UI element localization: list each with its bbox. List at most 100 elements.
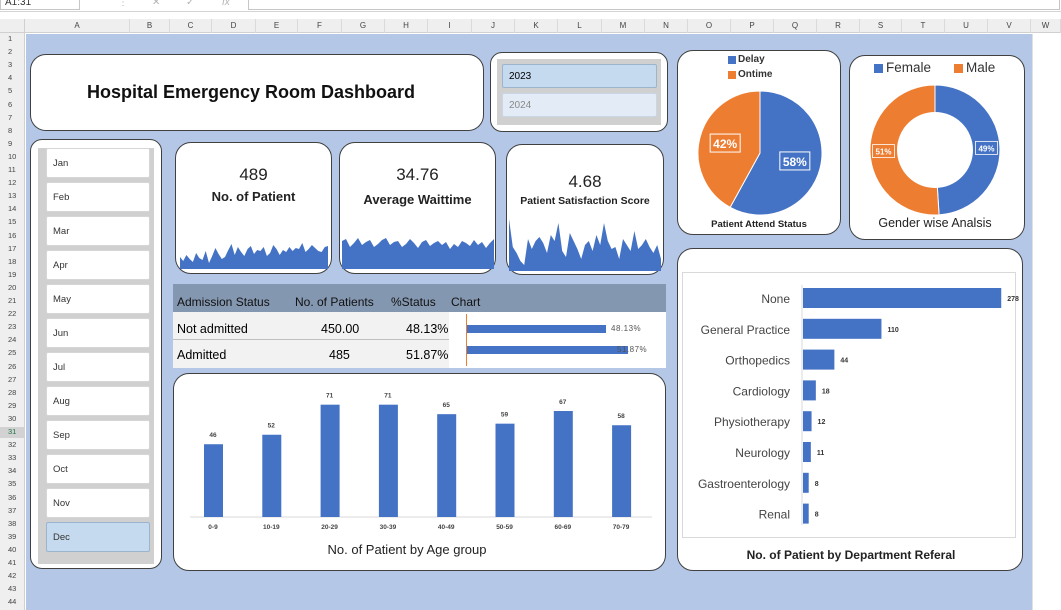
row-header-29[interactable]: 29	[0, 401, 25, 412]
databar-not-admitted	[467, 325, 606, 333]
dept-label-physiotherapy: Physiotherapy	[714, 415, 790, 429]
row-header-27[interactable]: 27	[0, 375, 25, 386]
confirm-icon[interactable]: ✓	[186, 0, 194, 8]
row-header-42[interactable]: 42	[0, 571, 25, 582]
row-header-43[interactable]: 43	[0, 584, 25, 595]
row-divider	[173, 339, 449, 340]
pie-label-delay: 58%	[783, 155, 807, 169]
month-nov-button[interactable]: Nov	[46, 488, 150, 518]
row-header-24[interactable]: 24	[0, 335, 25, 346]
column-header-L[interactable]: L	[558, 19, 602, 33]
row-header-18[interactable]: 18	[0, 257, 25, 268]
column-header-P[interactable]: P	[731, 19, 774, 33]
column-header-D[interactable]: D	[212, 19, 256, 33]
row-header-32[interactable]: 32	[0, 440, 25, 451]
column-header-G[interactable]: G	[342, 19, 385, 33]
column-header-C[interactable]: C	[170, 19, 212, 33]
row-header-11[interactable]: 11	[0, 165, 25, 176]
row-header-14[interactable]: 14	[0, 204, 25, 215]
row-header-36[interactable]: 36	[0, 493, 25, 504]
row-header-33[interactable]: 33	[0, 453, 25, 464]
column-header-I[interactable]: I	[428, 19, 472, 33]
row-header-38[interactable]: 38	[0, 519, 25, 530]
row-header-15[interactable]: 15	[0, 217, 25, 228]
column-header-K[interactable]: K	[515, 19, 558, 33]
select-all-button[interactable]	[0, 19, 25, 33]
row-header-12[interactable]: 12	[0, 178, 25, 189]
month-jun-button[interactable]: Jun	[46, 318, 150, 348]
row-header-22[interactable]: 22	[0, 309, 25, 320]
dropdown-icon[interactable]: ⋮	[118, 0, 128, 8]
row-header-30[interactable]: 30	[0, 414, 25, 425]
formula-input[interactable]	[248, 0, 1060, 10]
row-header-39[interactable]: 39	[0, 532, 25, 543]
column-header-E[interactable]: E	[256, 19, 298, 33]
row-header-41[interactable]: 41	[0, 558, 25, 569]
row-header-23[interactable]: 23	[0, 322, 25, 333]
column-header-F[interactable]: F	[298, 19, 342, 33]
row-header-28[interactable]: 28	[0, 388, 25, 399]
row-header-35[interactable]: 35	[0, 479, 25, 490]
month-jul-button[interactable]: Jul	[46, 352, 150, 382]
year-2023-button[interactable]: 2023	[502, 64, 657, 88]
name-box[interactable]: A1:31	[0, 0, 80, 10]
column-header-Q[interactable]: Q	[774, 19, 817, 33]
dept-label-neurology: Neurology	[735, 446, 790, 460]
row-header-26[interactable]: 26	[0, 362, 25, 373]
year-2024-button[interactable]: 2024	[502, 93, 657, 117]
month-dec-button[interactable]: Dec	[46, 522, 150, 552]
column-header-S[interactable]: S	[860, 19, 902, 33]
row-header-34[interactable]: 34	[0, 466, 25, 477]
month-sep-button[interactable]: Sep	[46, 420, 150, 450]
column-header-B[interactable]: B	[130, 19, 170, 33]
row-header-19[interactable]: 19	[0, 270, 25, 281]
column-header-U[interactable]: U	[945, 19, 988, 33]
row-header-7[interactable]: 7	[0, 113, 25, 124]
column-header-T[interactable]: T	[902, 19, 945, 33]
row-header-6[interactable]: 6	[0, 100, 25, 111]
databar-admitted	[467, 346, 628, 354]
month-oct-button[interactable]: Oct	[46, 454, 150, 484]
row-header-2[interactable]: 2	[0, 47, 25, 58]
month-jan-button[interactable]: Jan	[46, 148, 150, 178]
column-header-N[interactable]: N	[645, 19, 688, 33]
row-header-44[interactable]: 44	[0, 597, 25, 608]
row-header-3[interactable]: 3	[0, 60, 25, 71]
row-header-16[interactable]: 16	[0, 231, 25, 242]
column-header-J[interactable]: J	[472, 19, 515, 33]
row-header-25[interactable]: 25	[0, 348, 25, 359]
row-header-5[interactable]: 5	[0, 86, 25, 97]
row-header-31[interactable]: 31	[0, 427, 25, 438]
column-header-R[interactable]: R	[817, 19, 860, 33]
dept-bar-physiotherapy	[803, 411, 812, 432]
month-feb-button[interactable]: Feb	[46, 182, 150, 212]
column-header-O[interactable]: O	[688, 19, 731, 33]
row-header-17[interactable]: 17	[0, 244, 25, 255]
month-apr-button[interactable]: Apr	[46, 250, 150, 280]
fx-icon[interactable]: fx	[222, 0, 230, 8]
column-header-V[interactable]: V	[988, 19, 1031, 33]
age-bar-value-20-29: 71	[326, 393, 334, 400]
row-header-4[interactable]: 4	[0, 73, 25, 84]
month-aug-button[interactable]: Aug	[46, 386, 150, 416]
row-header-20[interactable]: 20	[0, 283, 25, 294]
row-header-1[interactable]: 1	[0, 34, 25, 45]
legend-male-swatch	[954, 64, 963, 73]
column-header-W[interactable]: W	[1031, 19, 1061, 33]
column-header-H[interactable]: H	[385, 19, 428, 33]
department-chart-card: None 278 General Practice 110 Orthopedics 44 C…	[677, 248, 1023, 571]
month-mar-button[interactable]: Mar	[46, 216, 150, 246]
month-may-button[interactable]: May	[46, 284, 150, 314]
empty-grid-area[interactable]	[1032, 34, 1061, 610]
row-header-40[interactable]: 40	[0, 545, 25, 556]
row-header-21[interactable]: 21	[0, 296, 25, 307]
row-header-9[interactable]: 9	[0, 139, 25, 150]
column-header-M[interactable]: M	[602, 19, 645, 33]
row-header-13[interactable]: 13	[0, 191, 25, 202]
row-header-37[interactable]: 37	[0, 506, 25, 517]
column-header-A[interactable]: A	[25, 19, 130, 33]
cancel-icon[interactable]: ✕	[152, 0, 160, 8]
row-header-8[interactable]: 8	[0, 126, 25, 137]
row-header-10[interactable]: 10	[0, 152, 25, 163]
column-headers: ABCDEFGHIJKLMNOPQRSTUVW	[0, 19, 1061, 33]
